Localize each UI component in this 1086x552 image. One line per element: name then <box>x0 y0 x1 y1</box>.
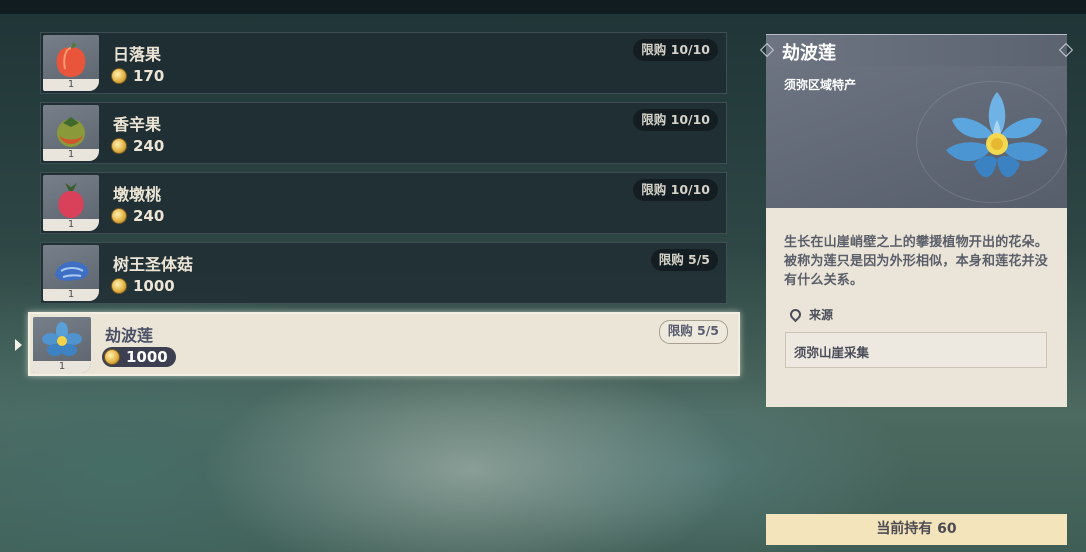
purchase-limit-badge: 限购 5/5 <box>658 320 728 344</box>
top-bar <box>0 0 1086 14</box>
item-thumbnail: 1 <box>43 245 99 301</box>
price-value: 170 <box>133 67 165 85</box>
purchase-limit-badge: 限购 5/5 <box>650 249 718 271</box>
shop-item-sunsettia[interactable]: 1 日落果 170 限购 10/10 <box>40 32 727 94</box>
item-quantity: 1 <box>43 289 99 301</box>
item-name: 树王圣体菇 <box>113 255 194 274</box>
item-quantity: 1 <box>43 79 99 91</box>
mora-coin-icon <box>111 68 127 84</box>
shop-item-kalpalata-lotus[interactable]: 1 劫波莲 1000 限购 5/5 <box>28 312 740 376</box>
shop-item-padisarah-peach[interactable]: 1 墩墩桃 240 限购 10/10 <box>40 172 727 234</box>
selection-arrow-icon <box>15 339 22 351</box>
item-quantity: 1 <box>33 361 91 373</box>
item-detail-panel: 劫波莲 须弥区域特产 生长在山崖峭壁之上的攀援植物开出的花朵。被称为莲只是因为外… <box>759 34 1074 407</box>
harra-fruit-icon <box>57 117 85 147</box>
mora-coin-icon <box>111 208 127 224</box>
mora-coin-icon <box>111 278 127 294</box>
lotus-icon <box>42 322 82 356</box>
detail-body: 生长在山崖峭壁之上的攀援植物开出的花朵。被称为莲只是因为外形相似，本身和莲花并没… <box>766 208 1067 407</box>
source-label: 来源 <box>809 308 834 322</box>
detail-title: 劫波莲 <box>782 43 836 64</box>
sunsettia-icon <box>56 42 86 77</box>
current-holding-bar: 当前持有 60 <box>766 514 1067 545</box>
source-heading: 来源 <box>787 306 834 323</box>
price-value: 1000 <box>133 277 175 295</box>
mushroom-icon <box>55 261 89 281</box>
location-pin-icon <box>787 306 804 323</box>
header-ornament-icon <box>759 42 775 58</box>
shop-item-rukkhashava-mushroom[interactable]: 1 树王圣体菇 1000 限购 5/5 <box>40 242 727 304</box>
header-ornament-icon <box>1058 42 1074 58</box>
price-value: 240 <box>133 207 165 225</box>
source-value: 须弥山崖采集 <box>794 345 870 360</box>
item-price: 1000 <box>102 347 176 367</box>
item-price: 240 <box>111 206 164 226</box>
item-thumbnail: 1 <box>43 175 99 231</box>
item-thumbnail: 1 <box>33 317 91 373</box>
lotus-large-icon <box>946 92 1048 178</box>
purchase-limit-badge: 限购 10/10 <box>633 39 718 61</box>
item-quantity: 1 <box>43 149 99 161</box>
item-thumbnail: 1 <box>43 35 99 91</box>
item-thumbnail: 1 <box>43 105 99 161</box>
price-value: 1000 <box>126 348 168 366</box>
item-name: 香辛果 <box>113 115 162 134</box>
peach-icon <box>58 183 84 218</box>
item-name: 劫波莲 <box>105 326 154 345</box>
detail-subtitle: 须弥区域特产 <box>784 78 857 92</box>
detail-header: 劫波莲 <box>759 34 1074 66</box>
mora-coin-icon <box>104 349 120 365</box>
item-price: 1000 <box>111 276 175 296</box>
item-description: 生长在山崖峭壁之上的攀援植物开出的花朵。被称为莲只是因为外形相似，本身和莲花并没… <box>784 235 1049 288</box>
price-value: 240 <box>133 137 165 155</box>
shop-item-harra-fruit[interactable]: 1 香辛果 240 限购 10/10 <box>40 102 727 164</box>
detail-banner: 须弥区域特产 <box>766 66 1067 208</box>
item-price: 170 <box>111 66 164 86</box>
item-name: 墩墩桃 <box>113 185 162 204</box>
item-quantity: 1 <box>43 219 99 231</box>
item-price: 240 <box>111 136 164 156</box>
purchase-limit-badge: 限购 10/10 <box>633 109 718 131</box>
source-entry[interactable]: 须弥山崖采集 <box>785 332 1047 368</box>
item-name: 日落果 <box>113 45 162 64</box>
mora-coin-icon <box>111 138 127 154</box>
purchase-limit-badge: 限购 10/10 <box>633 179 718 201</box>
